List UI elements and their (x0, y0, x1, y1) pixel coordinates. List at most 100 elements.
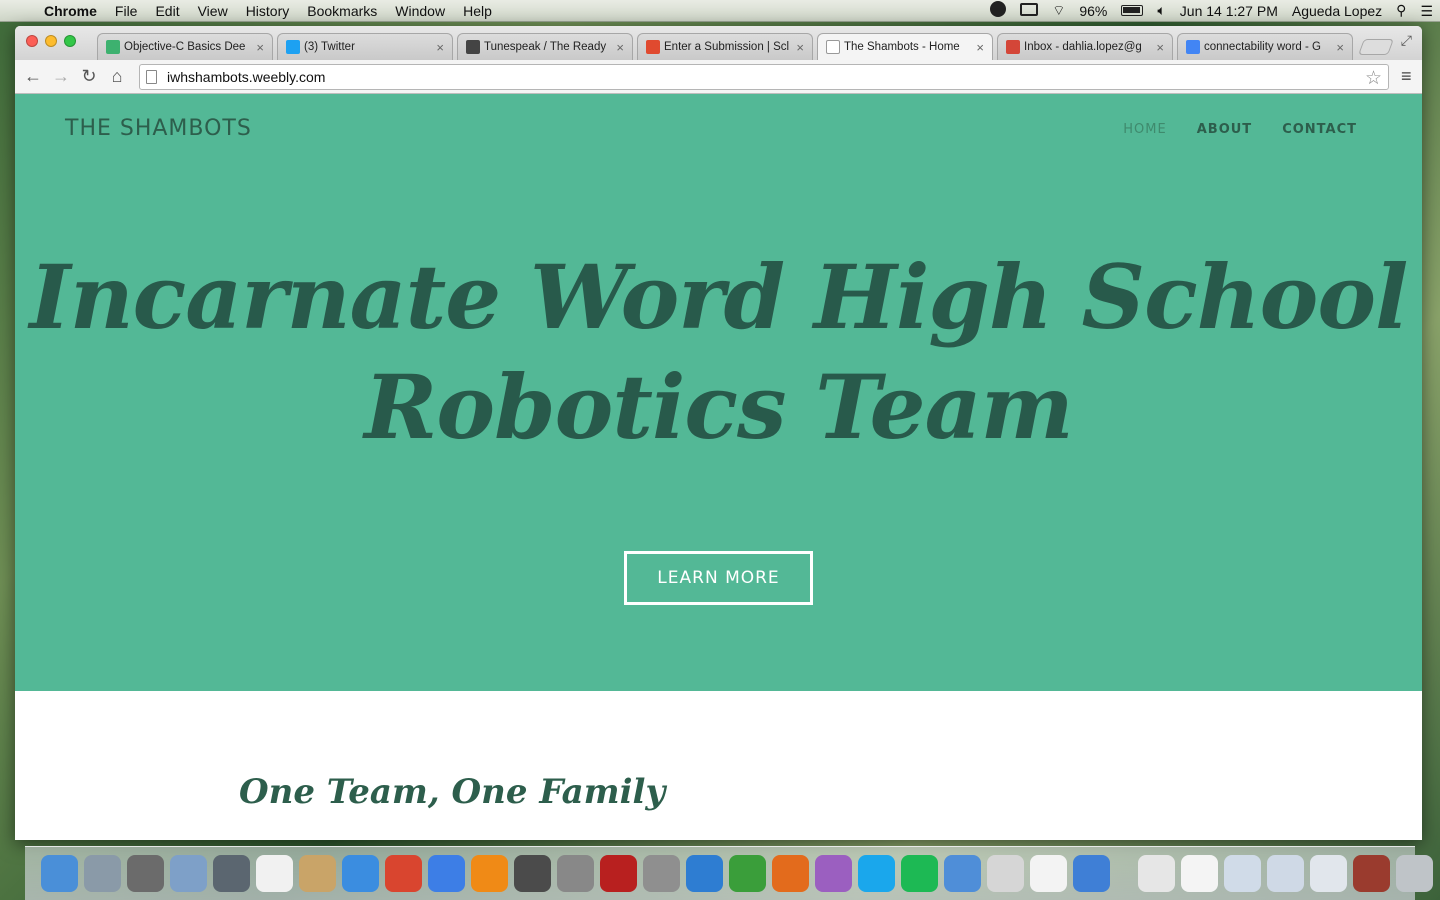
hero-section: THE SHAMBOTS HOME ABOUT CONTACT Incarnat… (15, 94, 1422, 691)
minimize-window-button[interactable] (45, 35, 57, 47)
contacts-icon[interactable] (299, 855, 336, 892)
spotify-icon[interactable] (901, 855, 938, 892)
tab-strip: Objective-C Basics Dee × (3) Twitter × Tunes… (15, 26, 1422, 60)
menubar: Chrome File Edit View History Bookmarks … (0, 0, 1440, 22)
text-edit-icon[interactable] (1030, 855, 1067, 892)
learn-more-button[interactable]: LEARN MORE (624, 551, 813, 605)
photo-stack-icon[interactable] (1353, 855, 1390, 892)
address-bar[interactable]: iwhshambots.weebly.com ☆ (139, 63, 1389, 90)
browser-tab[interactable]: Tunespeak / The Ready × (457, 33, 633, 60)
close-window-button[interactable] (26, 35, 38, 47)
excel-icon[interactable] (729, 855, 766, 892)
system-preferences-icon[interactable] (643, 855, 680, 892)
menubar-user[interactable]: Agueda Lopez (1285, 3, 1389, 19)
tab-title: Inbox - dahlia.lopez@g (1024, 41, 1142, 53)
back-button[interactable]: ← (19, 66, 47, 87)
tab-title: Tunespeak / The Ready (484, 41, 607, 53)
menubar-clock[interactable]: Jun 14 1:27 PM (1173, 3, 1285, 19)
nav-home-link[interactable]: HOME (1123, 122, 1166, 137)
pdf-file-icon[interactable] (1181, 855, 1218, 892)
tab-title: The Shambots - Home (844, 41, 960, 53)
tab-favicon-icon (106, 40, 120, 54)
screenshot-2-icon[interactable] (1267, 855, 1304, 892)
battery-icon[interactable] (1114, 3, 1150, 19)
tab-title: (3) Twitter (304, 41, 355, 53)
menu-help[interactable]: Help (454, 3, 501, 19)
browser-window: Objective-C Basics Dee × (3) Twitter × Tunes… (15, 26, 1422, 840)
zoom-window-button[interactable] (64, 35, 76, 47)
new-tab-button[interactable] (1358, 39, 1394, 55)
calendar-icon[interactable] (256, 855, 293, 892)
menu-app-name[interactable]: Chrome (40, 3, 106, 19)
tab-close-icon[interactable]: × (1156, 40, 1164, 55)
reload-button[interactable]: ↻ (75, 66, 103, 87)
menu-bookmarks[interactable]: Bookmarks (298, 3, 386, 19)
fullscreen-icon[interactable]: ⤢ (1401, 32, 1412, 49)
safari-icon[interactable] (342, 855, 379, 892)
bookmark-star-icon[interactable]: ☆ (1365, 67, 1382, 90)
chrome-icon[interactable] (385, 855, 422, 892)
powerpoint-icon[interactable] (772, 855, 809, 892)
section-heading: One Team, One Family (239, 772, 666, 812)
nav-contact-link[interactable]: CONTACT (1282, 122, 1357, 137)
tabs: Objective-C Basics Dee × (3) Twitter × Tunes… (97, 33, 1394, 60)
site-title[interactable]: THE SHAMBOTS (65, 116, 252, 141)
photo-booth-icon[interactable] (600, 855, 637, 892)
no-entry-icon[interactable] (557, 855, 594, 892)
spotlight-search-icon[interactable]: ⚲ (1389, 2, 1413, 19)
airplay-icon[interactable] (1013, 2, 1045, 19)
volume-icon[interactable]: 🔈︎ (1150, 2, 1172, 19)
menu-file[interactable]: File (106, 3, 147, 19)
browser-toolbar: ← → ↻ ⌂ iwhshambots.weebly.com ☆ ≡ (15, 60, 1422, 94)
menu-view[interactable]: View (189, 3, 237, 19)
hero-headline-line1: Incarnate Word High School (29, 245, 1409, 349)
menu-extra-icon[interactable] (983, 1, 1013, 20)
tab-close-icon[interactable]: × (616, 40, 624, 55)
tab-close-icon[interactable]: × (256, 40, 264, 55)
tab-close-icon[interactable]: × (976, 40, 984, 55)
documents-icon[interactable] (987, 855, 1024, 892)
url-text[interactable]: iwhshambots.weebly.com (167, 69, 325, 85)
forward-button[interactable]: → (47, 66, 75, 87)
menu-history[interactable]: History (237, 3, 299, 19)
site-nav: HOME ABOUT CONTACT (1123, 122, 1357, 137)
menu-window[interactable]: Window (386, 3, 454, 19)
installer-icon[interactable] (944, 855, 981, 892)
finder-icon[interactable] (41, 855, 78, 892)
browser-tab[interactable]: Inbox - dahlia.lopez@g × (997, 33, 1173, 60)
window-controls (26, 35, 76, 47)
browser-tab[interactable]: connectability word - G × (1177, 33, 1353, 60)
itunes-icon[interactable] (428, 855, 465, 892)
docx-file-icon[interactable] (1138, 855, 1175, 892)
word-icon[interactable] (686, 855, 723, 892)
preview-icon[interactable] (170, 855, 207, 892)
entourage-icon[interactable] (815, 855, 852, 892)
imovie-icon[interactable] (514, 855, 551, 892)
browser-tab[interactable]: (3) Twitter × (277, 33, 453, 60)
menu-edit[interactable]: Edit (146, 3, 188, 19)
browser-tab[interactable]: Enter a Submission | Scl × (637, 33, 813, 60)
battery-percent[interactable]: 96% (1072, 3, 1114, 19)
trash-icon[interactable] (1396, 855, 1433, 892)
tab-close-icon[interactable]: × (796, 40, 804, 55)
nav-about-link[interactable]: ABOUT (1197, 122, 1252, 137)
photo-browser-icon[interactable] (127, 855, 164, 892)
tab-close-icon[interactable]: × (436, 40, 444, 55)
launchpad-icon[interactable] (84, 855, 121, 892)
facetime-icon[interactable] (213, 855, 250, 892)
browser-tab[interactable]: Objective-C Basics Dee × (97, 33, 273, 60)
browser-tab[interactable]: The Shambots - Home × (817, 33, 993, 60)
tab-favicon-icon (646, 40, 660, 54)
skype-icon[interactable] (858, 855, 895, 892)
ibooks-icon[interactable] (471, 855, 508, 892)
screenshot-3-icon[interactable] (1310, 855, 1347, 892)
wifi-icon[interactable]: ⌔ (1045, 2, 1072, 20)
notification-center-icon[interactable]: ☰ (1413, 2, 1440, 20)
tab-close-icon[interactable]: × (1336, 40, 1344, 55)
web-page: THE SHAMBOTS HOME ABOUT CONTACT Incarnat… (15, 94, 1422, 840)
home-button[interactable]: ⌂ (103, 66, 131, 87)
screenshot-1-icon[interactable] (1224, 855, 1261, 892)
xcode-icon[interactable] (1073, 855, 1110, 892)
page-icon (146, 69, 157, 84)
chrome-menu-icon[interactable]: ≡ (1401, 66, 1412, 87)
